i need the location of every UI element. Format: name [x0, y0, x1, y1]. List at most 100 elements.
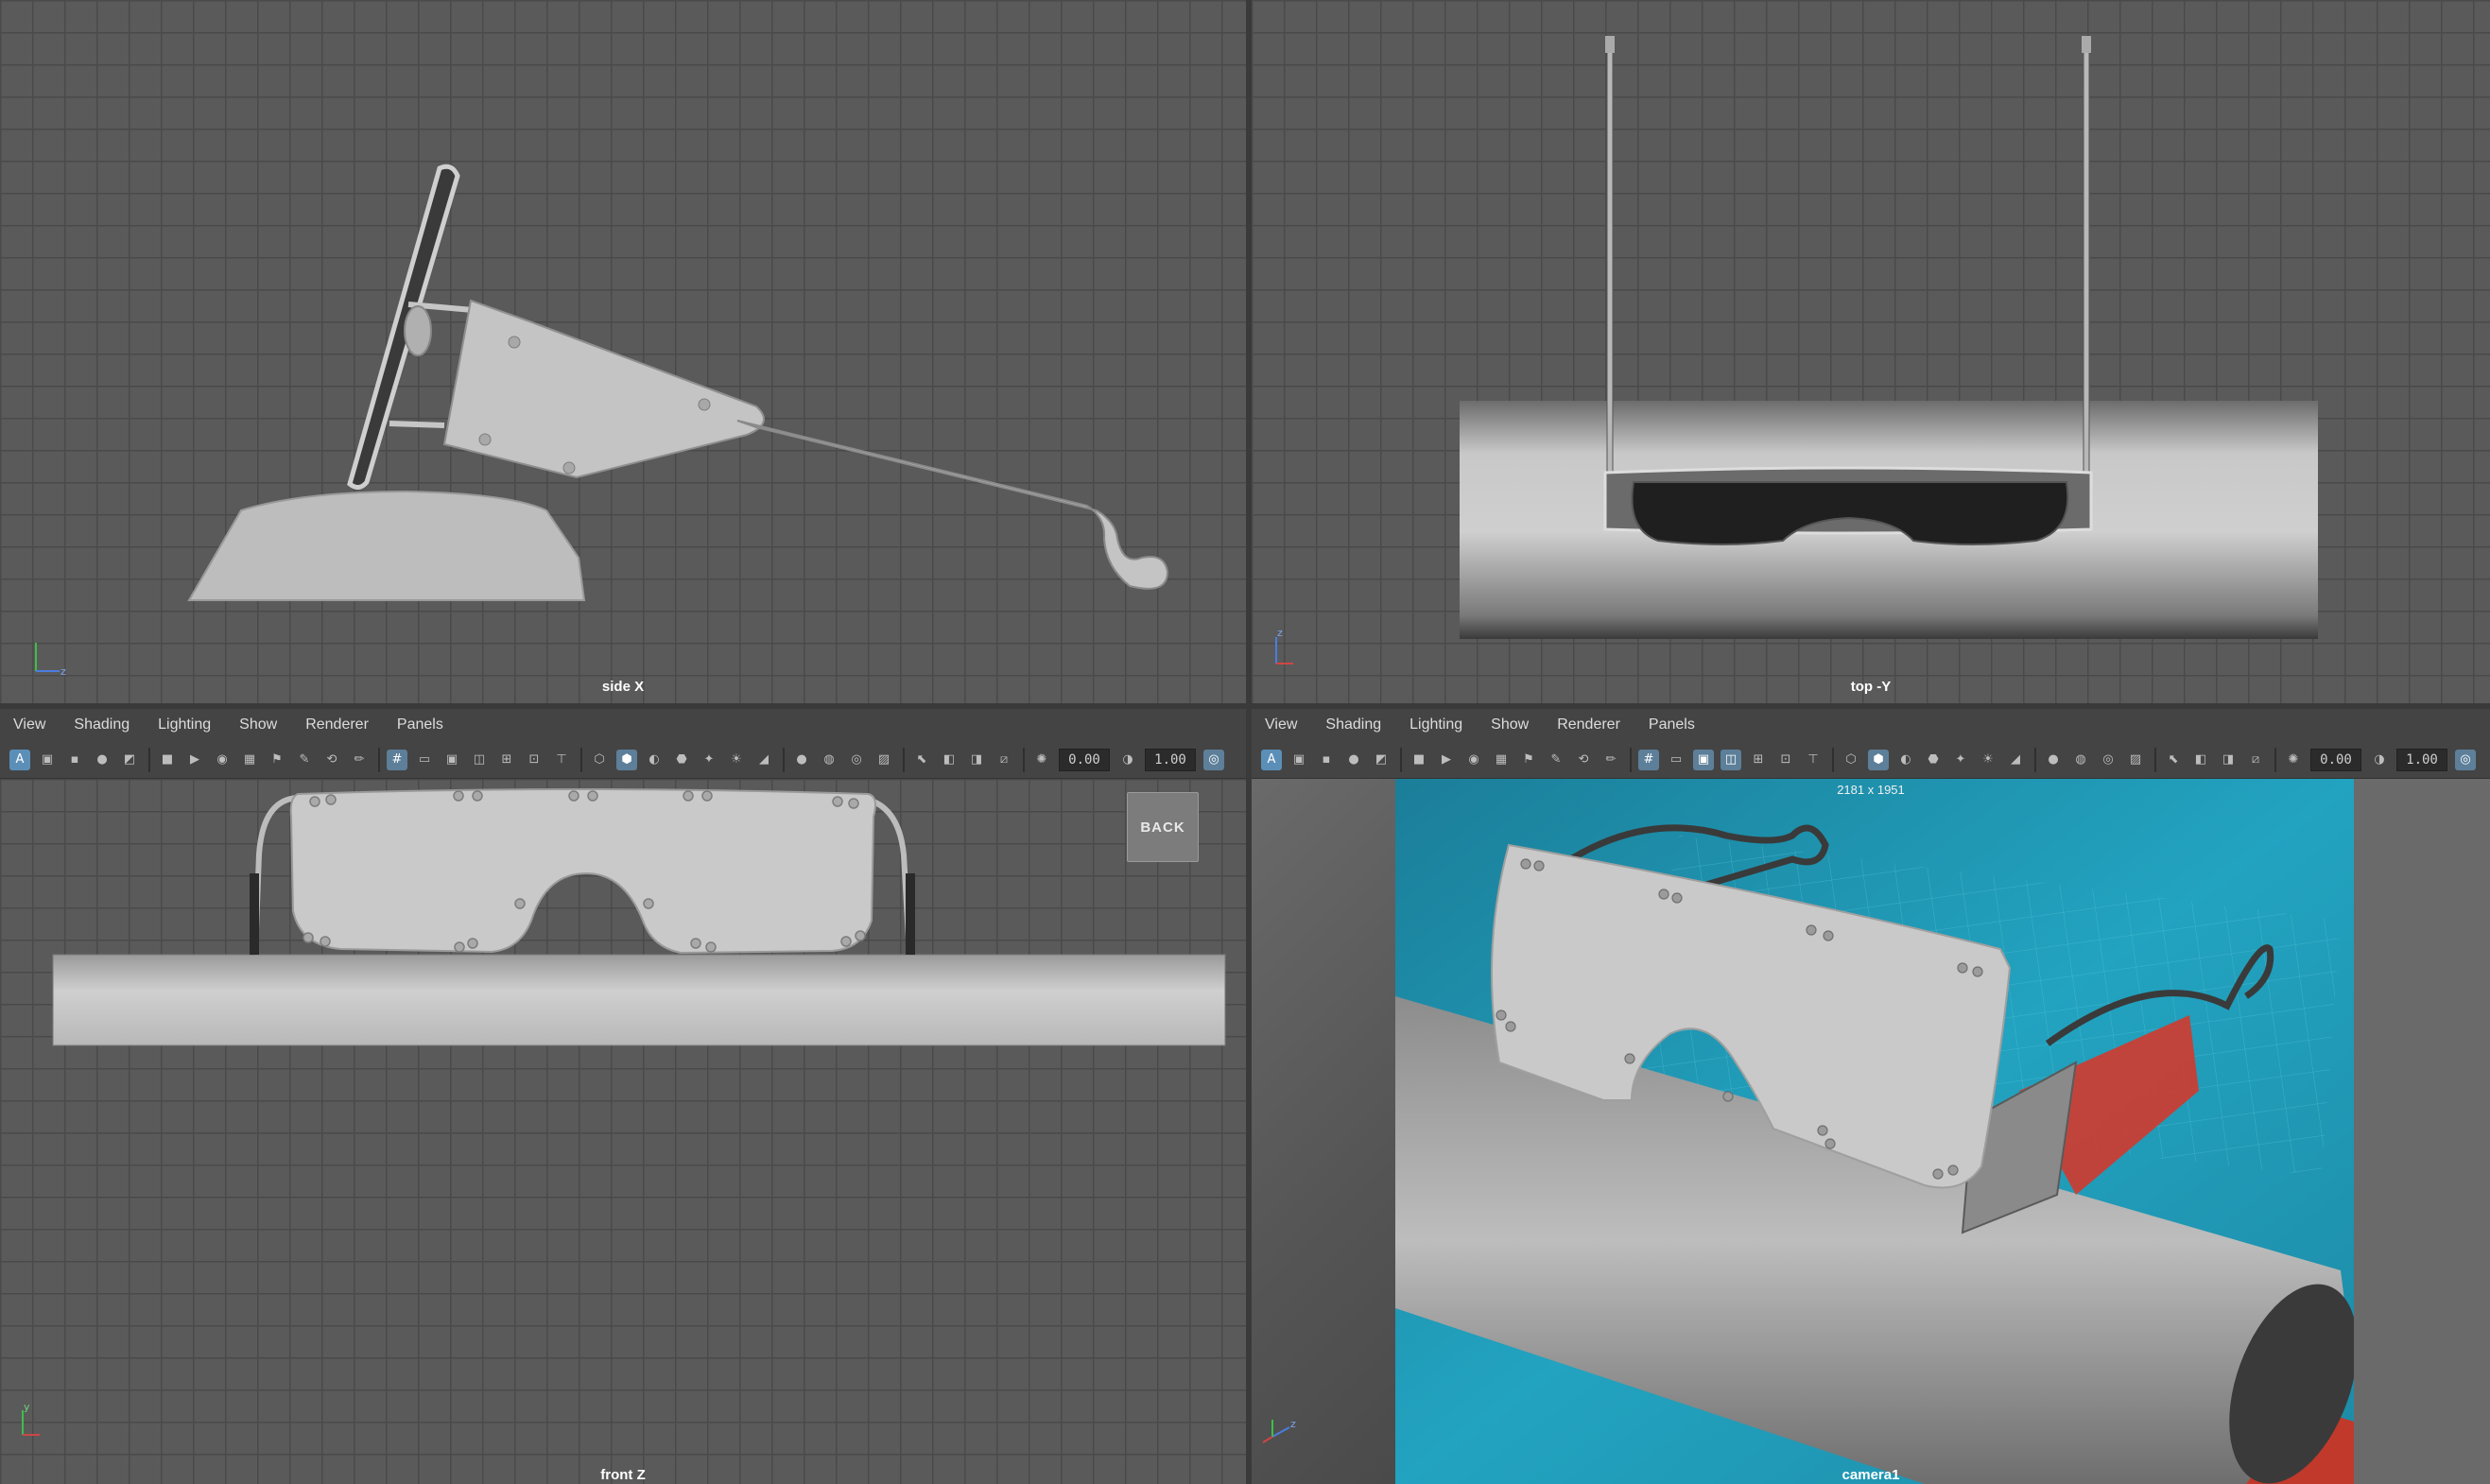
xray-icon[interactable]: ✦	[699, 750, 719, 770]
safe-title-icon[interactable]: ⊤	[551, 750, 572, 770]
color-management-icon[interactable]: ◎	[1203, 749, 1224, 770]
pan-zoom-icon[interactable]: ⟲	[321, 750, 342, 770]
pencil-icon[interactable]: ✏	[1600, 750, 1621, 770]
viewport-camera[interactable]: 2181 x 1951 z camera1	[1252, 779, 2490, 1484]
menu-view[interactable]: View	[13, 716, 45, 733]
resolution-gate-toggle-icon[interactable]: ▣	[1693, 749, 1714, 770]
backface-icon[interactable]: ⧄	[994, 750, 1014, 770]
vertical-splitter[interactable]	[1246, 0, 1252, 1484]
image-plane-icon[interactable]: ●	[1343, 750, 1364, 770]
film-gate-toggle-icon[interactable]: ▭	[414, 750, 435, 770]
depth-of-field-icon[interactable]: ▨	[2125, 750, 2146, 770]
lock-camera-icon[interactable]: ▣	[1288, 750, 1309, 770]
gamma-field[interactable]: 1.00	[1145, 748, 1196, 771]
lights-icon[interactable]: ☀	[1978, 750, 1998, 770]
menu-lighting[interactable]: Lighting	[158, 716, 211, 733]
camera-attrs-icon[interactable]: ▶	[184, 750, 205, 770]
isolate-select-icon[interactable]: ⬉	[911, 750, 932, 770]
select-camera-icon[interactable]: A	[1261, 749, 1282, 770]
select-camera-icon[interactable]: A	[9, 749, 30, 770]
resolution-gate-toggle-icon[interactable]: ▣	[441, 750, 462, 770]
exposure-icon[interactable]: ✺	[2283, 750, 2304, 770]
menu-renderer[interactable]: Renderer	[1557, 716, 1620, 733]
resolution-gate-icon[interactable]: ▦	[1491, 750, 1512, 770]
antialias-icon[interactable]: ◎	[846, 750, 867, 770]
menu-panels[interactable]: Panels	[1649, 716, 1695, 733]
image-plane-icon[interactable]: ●	[92, 750, 112, 770]
safe-action-icon[interactable]: ⊡	[1775, 750, 1796, 770]
bookmark-flag-icon[interactable]: ⚑	[267, 750, 287, 770]
grid-toggle-icon[interactable]: #	[1638, 749, 1659, 770]
field-chart-icon[interactable]: ⊞	[496, 750, 517, 770]
safe-title-icon[interactable]: ⊤	[1803, 750, 1824, 770]
menu-view[interactable]: View	[1265, 716, 1297, 733]
viewport-camera-label: camera1	[1842, 1467, 1900, 1483]
pan-zoom-icon[interactable]: ⟲	[1573, 750, 1594, 770]
back-view-button[interactable]: BACK	[1127, 792, 1199, 862]
film-gate-toggle-icon[interactable]: ▭	[1666, 750, 1686, 770]
exposure-field[interactable]: 0.00	[1059, 748, 1110, 771]
viewport-front[interactable]: BACK y front Z	[0, 779, 1246, 1484]
textured-icon[interactable]: ⬣	[1923, 750, 1944, 770]
antialias-icon[interactable]: ◎	[2098, 750, 2118, 770]
gamma-field[interactable]: 1.00	[2396, 748, 2447, 771]
video-icon[interactable]: ◉	[212, 750, 233, 770]
wireframe-icon[interactable]: ⬡	[1841, 750, 1861, 770]
color-management-icon[interactable]: ◎	[2455, 749, 2476, 770]
shadows-icon[interactable]: ◢	[753, 750, 774, 770]
xray-icon[interactable]: ✦	[1950, 750, 1971, 770]
screen-space-ao-icon[interactable]: ●	[2043, 750, 2064, 770]
camera-attrs-icon[interactable]: ▶	[1436, 750, 1457, 770]
lights-icon[interactable]: ☀	[726, 750, 747, 770]
menu-show[interactable]: Show	[239, 716, 277, 733]
grease-pencil-icon[interactable]: ✎	[294, 750, 315, 770]
gamma-icon[interactable]: ◑	[2369, 750, 2390, 770]
menu-lighting[interactable]: Lighting	[1409, 716, 1462, 733]
grease-pencil-icon[interactable]: ✎	[1546, 750, 1566, 770]
isolate-select-icon[interactable]: ⬉	[2163, 750, 2184, 770]
shadows-icon[interactable]: ◢	[2005, 750, 2026, 770]
xray-joints-icon[interactable]: ◧	[939, 750, 960, 770]
backface-icon[interactable]: ⧄	[2245, 750, 2266, 770]
resolution-gate-icon[interactable]: ▦	[239, 750, 260, 770]
gate-mask-icon[interactable]: ◫	[1721, 749, 1741, 770]
viewport-top[interactable]: z top -Y	[1252, 0, 2490, 707]
menu-shading[interactable]: Shading	[1325, 716, 1381, 733]
wireframe-on-shaded-icon[interactable]: ◐	[644, 750, 665, 770]
grid-toggle-icon[interactable]: #	[387, 749, 407, 770]
bookmark-icon[interactable]: ▪	[1316, 750, 1337, 770]
textured-icon[interactable]: ⬣	[671, 750, 692, 770]
wireframe-on-shaded-icon[interactable]: ◐	[1895, 750, 1916, 770]
menu-show[interactable]: Show	[1491, 716, 1529, 733]
exposure-icon[interactable]: ✺	[1031, 750, 1052, 770]
gate-mask-icon[interactable]: ◫	[469, 750, 490, 770]
gamma-icon[interactable]: ◑	[1117, 750, 1138, 770]
exposure-field[interactable]: 0.00	[2310, 748, 2361, 771]
screen-space-ao-icon[interactable]: ●	[791, 750, 812, 770]
menu-shading[interactable]: Shading	[74, 716, 130, 733]
camera-icon[interactable]: ■	[157, 750, 178, 770]
motion-blur-icon[interactable]: ◍	[819, 750, 839, 770]
film-gate-icon[interactable]: ◩	[119, 750, 140, 770]
safe-action-icon[interactable]: ⊡	[524, 750, 545, 770]
film-gate-icon[interactable]: ◩	[1371, 750, 1392, 770]
bookmark-flag-icon[interactable]: ⚑	[1518, 750, 1539, 770]
wireframe-icon[interactable]: ⬡	[589, 750, 610, 770]
video-icon[interactable]: ◉	[1463, 750, 1484, 770]
camera-icon[interactable]: ■	[1409, 750, 1429, 770]
menu-panels[interactable]: Panels	[397, 716, 443, 733]
depth-of-field-icon[interactable]: ▨	[873, 750, 894, 770]
xray-active-icon[interactable]: ◨	[2218, 750, 2239, 770]
bookmark-icon[interactable]: ▪	[64, 750, 85, 770]
lock-camera-icon[interactable]: ▣	[37, 750, 58, 770]
smooth-shade-icon[interactable]: ⬢	[1868, 749, 1889, 770]
viewport-side[interactable]: z side X	[0, 0, 1246, 707]
xray-joints-icon[interactable]: ◧	[2190, 750, 2211, 770]
xray-active-icon[interactable]: ◨	[966, 750, 987, 770]
horizontal-splitter[interactable]	[0, 703, 2490, 709]
menu-renderer[interactable]: Renderer	[305, 716, 369, 733]
smooth-shade-icon[interactable]: ⬢	[616, 749, 637, 770]
pencil-icon[interactable]: ✏	[349, 750, 370, 770]
motion-blur-icon[interactable]: ◍	[2070, 750, 2091, 770]
field-chart-icon[interactable]: ⊞	[1748, 750, 1769, 770]
